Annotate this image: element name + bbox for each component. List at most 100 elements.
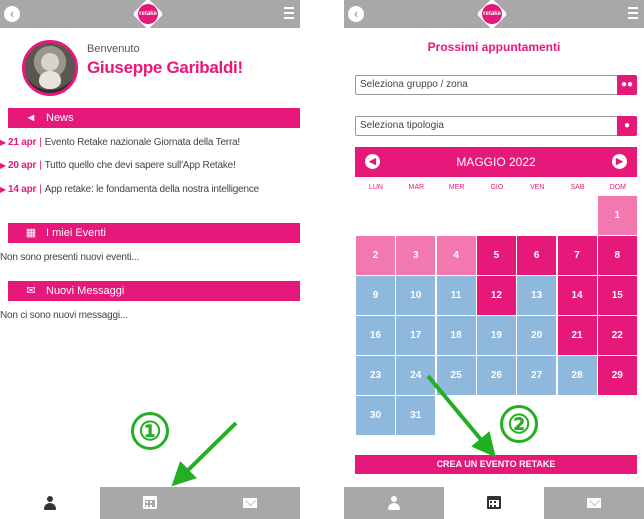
calendar-day[interactable]: 30: [356, 396, 395, 435]
calendar-day[interactable]: 26: [476, 356, 516, 395]
tab-profile[interactable]: [0, 487, 100, 519]
news-text: Evento Retake nazionale Giornata della T…: [44, 137, 241, 148]
calendar-day[interactable]: 25: [436, 356, 476, 395]
calendar-day[interactable]: 1: [597, 196, 637, 235]
news-date: 14 apr: [7, 184, 37, 195]
messages-title: Nuovi Messaggi: [46, 285, 125, 297]
weekday-label: MER: [448, 184, 465, 191]
calendar-day[interactable]: 10: [396, 276, 436, 315]
tab-profile[interactable]: [344, 487, 444, 519]
page-title: Prossimi appuntamenti: [427, 40, 561, 54]
calendar-icon: [143, 496, 157, 510]
calendar-day[interactable]: 18: [436, 316, 476, 355]
news-title: News: [46, 112, 74, 124]
weekday-label: DOM: [609, 184, 626, 191]
calendar-day[interactable]: 28: [557, 356, 597, 395]
weekday-label: GIO: [490, 184, 504, 191]
calendar-icon: [487, 496, 501, 510]
news-section-header: ◄ News: [8, 108, 300, 128]
people-icon[interactable]: ●●: [617, 75, 637, 95]
back-icon[interactable]: ‹: [348, 6, 364, 22]
calendar-day[interactable]: 15: [597, 276, 637, 315]
calendar-icon: ▦: [25, 227, 37, 239]
weekday-label: LUN: [368, 184, 383, 191]
step-1-marker: ①: [131, 412, 169, 450]
calendar-header: MAGGIO 2022 ◀ ▶: [355, 147, 637, 177]
megaphone-icon: ◄: [25, 112, 37, 124]
bullet-arrow-icon: ▶: [0, 161, 6, 170]
tab-messages[interactable]: [544, 487, 644, 519]
news-item[interactable]: ▶ 14 apr | App retake: le fondamenta della …: [0, 184, 300, 195]
group-zone-select[interactable]: Seleziona gruppo / zona ●●: [355, 75, 637, 95]
top-bar: ‹ retake: [344, 0, 644, 30]
tab-messages[interactable]: [200, 487, 300, 519]
calendar-day[interactable]: 31: [396, 396, 436, 435]
retake-logo: retake: [476, 0, 508, 30]
back-icon[interactable]: ‹: [4, 6, 20, 22]
calendar-day[interactable]: 6: [517, 236, 557, 275]
type-select[interactable]: Seleziona tipologia ●: [355, 116, 637, 136]
calendar-day[interactable]: 11: [436, 276, 476, 315]
news-text: Tutto quello che devi sapere sull'App Re…: [44, 160, 236, 171]
calendar-day[interactable]: 9: [356, 276, 395, 315]
calendar-day[interactable]: 29: [597, 356, 637, 395]
calendar-day[interactable]: 4: [436, 236, 476, 275]
news-date: 20 apr: [7, 160, 37, 171]
create-event-button[interactable]: CREA UN EVENTO RETAKE: [355, 455, 637, 474]
calendar-day[interactable]: 20: [517, 316, 557, 355]
news-date: 21 apr: [7, 137, 37, 148]
calendar-day[interactable]: 22: [597, 316, 637, 355]
calendar-day[interactable]: 17: [396, 316, 436, 355]
news-text: App retake: le fondamenta della nostra i…: [44, 184, 260, 195]
news-item[interactable]: ▶ 20 apr | Tutto quello che devi sapere sul…: [0, 160, 300, 171]
weekday-label: VEN: [529, 184, 545, 191]
weekday-label: MAR: [408, 184, 425, 191]
top-bar: ‹ retake: [0, 0, 300, 30]
calendar-day[interactable]: 3: [396, 236, 436, 275]
calendar-day[interactable]: 21: [557, 316, 597, 355]
calendar-day[interactable]: 16: [356, 316, 395, 355]
calendar-day[interactable]: 24: [396, 356, 436, 395]
news-separator: |: [39, 137, 42, 148]
hamburger-menu-icon[interactable]: [628, 7, 638, 19]
group-select-placeholder: Seleziona gruppo / zona: [360, 79, 468, 90]
tab-calendar[interactable]: [444, 487, 544, 519]
weekday-label: SAB: [570, 184, 585, 191]
messages-empty-text: Non ci sono nuovi messaggi...: [0, 310, 128, 321]
user-name: Giuseppe Garibaldi!: [87, 58, 243, 77]
calendar-day[interactable]: 7: [557, 236, 597, 275]
calendar-day[interactable]: 23: [356, 356, 395, 395]
prev-month-icon[interactable]: ◀: [365, 154, 380, 169]
hamburger-menu-icon[interactable]: [284, 7, 294, 19]
bottom-nav: [0, 487, 300, 519]
welcome-label: Benvenuto: [87, 43, 140, 55]
news-separator: |: [39, 184, 42, 195]
events-title: I miei Eventi: [46, 227, 106, 239]
bullet-arrow-icon: ▶: [0, 185, 6, 194]
messages-section-header: ✉ Nuovi Messaggi: [8, 281, 300, 301]
my-events-section-header: ▦ I miei Eventi: [8, 223, 300, 243]
calendar-day[interactable]: 2: [356, 236, 395, 275]
step-2-marker: ②: [500, 405, 538, 443]
calendar-day[interactable]: 5: [476, 236, 516, 275]
type-select-placeholder: Seleziona tipologia: [360, 120, 444, 131]
avatar: [22, 40, 78, 96]
bullet-arrow-icon: ▶: [0, 138, 6, 147]
envelope-icon: [243, 497, 257, 508]
month-label: MAGGIO 2022: [456, 155, 536, 169]
bottom-nav: [344, 487, 644, 519]
envelope-icon: [587, 497, 601, 508]
calendar-day[interactable]: 14: [557, 276, 597, 315]
news-item[interactable]: ▶ 21 apr | Evento Retake nazionale Giornata…: [0, 137, 300, 148]
events-empty-text: Non sono presenti nuovi eventi...: [0, 252, 140, 263]
calendar-day[interactable]: 13: [517, 276, 557, 315]
calendar-screen: ‹ retake Prossimi appuntamenti Seleziona…: [344, 0, 644, 519]
calendar-day[interactable]: 27: [517, 356, 557, 395]
next-month-icon[interactable]: ▶: [612, 154, 627, 169]
calendar-day[interactable]: 19: [476, 316, 516, 355]
chevron-circle-icon[interactable]: ●: [617, 116, 637, 136]
calendar-day[interactable]: 12: [476, 276, 516, 315]
user-icon: [387, 495, 401, 510]
calendar-day[interactable]: 8: [597, 236, 637, 275]
tab-calendar[interactable]: [100, 487, 200, 519]
